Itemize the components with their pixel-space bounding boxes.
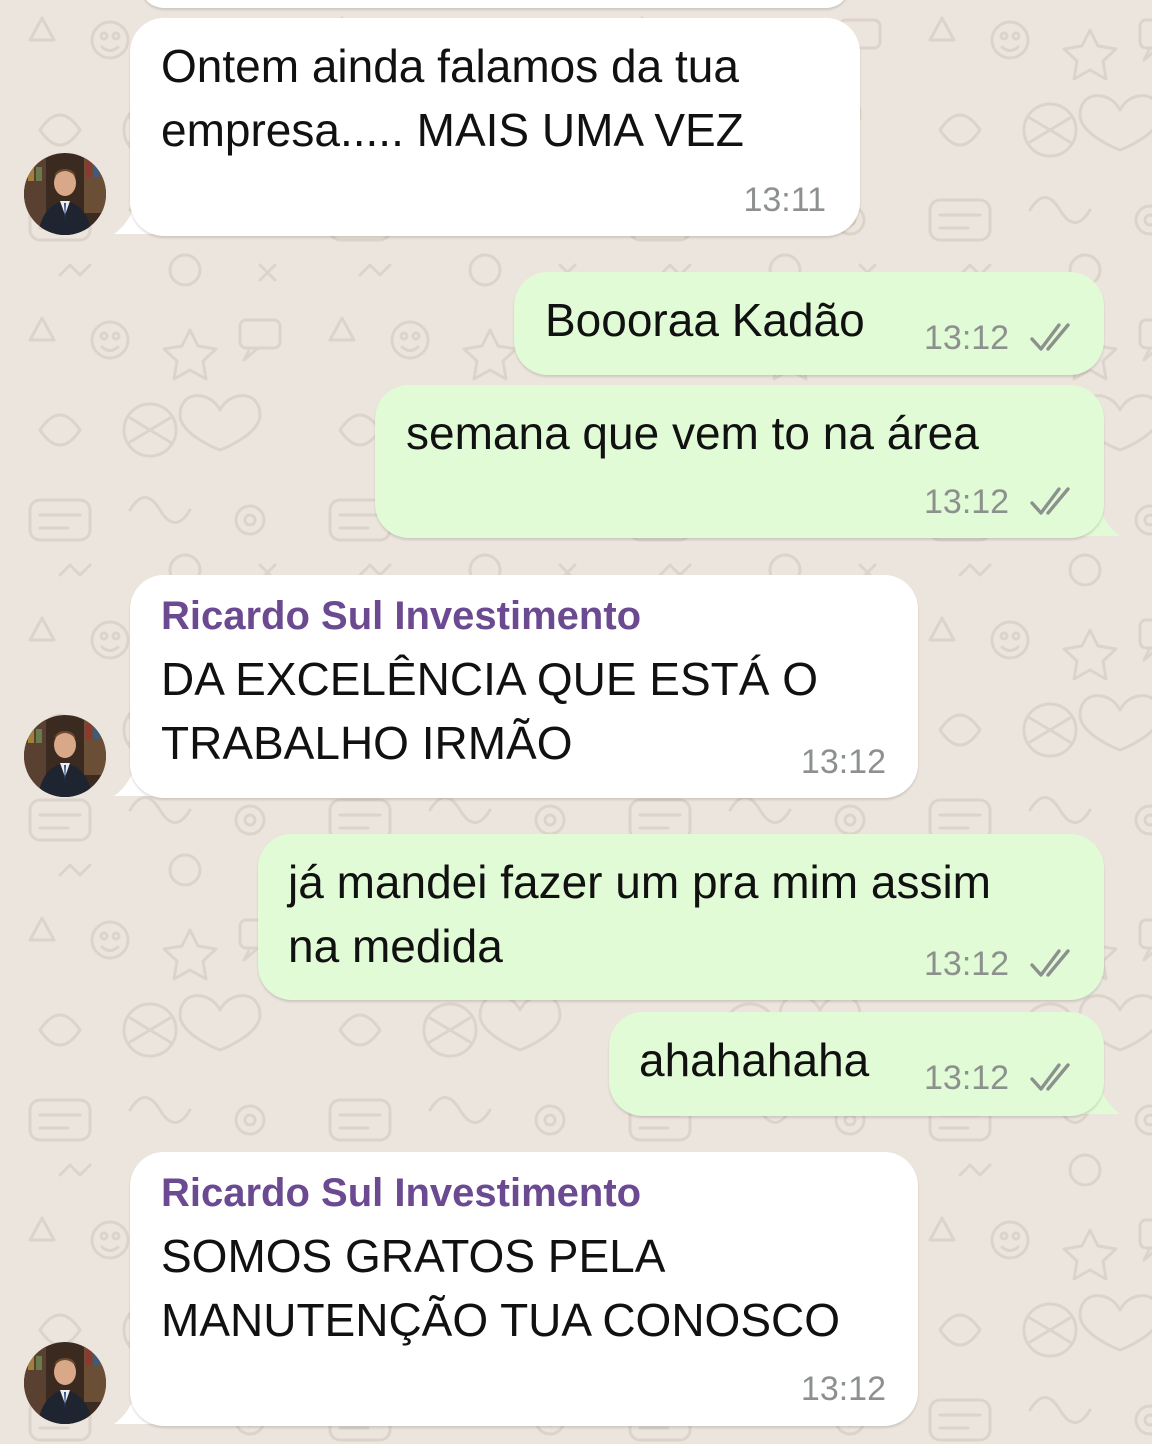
message-text: empresa..... MAIS UMA VEZ [161, 104, 744, 156]
message-text: Ontem ainda falamos da tua [161, 40, 739, 92]
message-timestamp: 13:12 [800, 743, 886, 781]
message-bubble-outgoing[interactable]: semana que vem to na área 13:12 [375, 385, 1104, 538]
double-check-icon [1030, 1063, 1070, 1091]
message-text: SOMOS GRATOS PELA [161, 1230, 666, 1282]
message-timestamp: 13:11 [743, 181, 826, 219]
message-timestamp: 13:12 [800, 1370, 886, 1408]
message-text: MANUTENÇÃO TUA CONOSCO [161, 1294, 840, 1346]
message-bubble-outgoing[interactable]: Boooraa Kadão 13:12 [514, 272, 1104, 375]
person-avatar-icon [24, 153, 106, 235]
message-bubble-incoming[interactable]: Ricardo Sul Investimento DA EXCELÊNCIA Q… [130, 575, 918, 798]
message-bubble-incoming[interactable]: Ontem ainda falamos da tua empresa..... … [130, 18, 860, 236]
contact-avatar[interactable] [24, 715, 106, 797]
contact-avatar[interactable] [24, 1342, 106, 1424]
message-text: TRABALHO IRMÃO [161, 717, 573, 769]
message-text: na medida [288, 920, 503, 972]
message-bubble-outgoing[interactable]: ahahahaha 13:12 [609, 1012, 1104, 1116]
double-check-icon [1030, 487, 1070, 515]
message-bubble-outgoing[interactable]: já mandei fazer um pra mim assim na medi… [258, 834, 1104, 1000]
message-bubble-incoming[interactable]: Ricardo Sul Investimento SOMOS GRATOS PE… [130, 1152, 918, 1426]
message-text: Boooraa Kadão [545, 294, 865, 346]
message-text: ahahahaha [639, 1034, 870, 1086]
previous-message-bubble[interactable] [140, 0, 850, 8]
message-text: já mandei fazer um pra mim assim [288, 856, 991, 908]
message-timestamp: 13:12 [924, 1059, 1010, 1097]
person-avatar-icon [24, 1342, 106, 1424]
double-check-icon [1030, 949, 1070, 977]
message-text: semana que vem to na área [406, 407, 979, 459]
sender-name[interactable]: Ricardo Sul Investimento [161, 591, 641, 641]
message-timestamp: 13:12 [924, 319, 1010, 357]
message-timestamp: 13:12 [924, 483, 1010, 521]
message-timestamp: 13:12 [924, 945, 1010, 983]
person-avatar-icon [24, 715, 106, 797]
message-text: DA EXCELÊNCIA QUE ESTÁ O [161, 653, 818, 705]
contact-avatar[interactable] [24, 153, 106, 235]
double-check-icon [1030, 323, 1070, 351]
sender-name[interactable]: Ricardo Sul Investimento [161, 1168, 641, 1218]
